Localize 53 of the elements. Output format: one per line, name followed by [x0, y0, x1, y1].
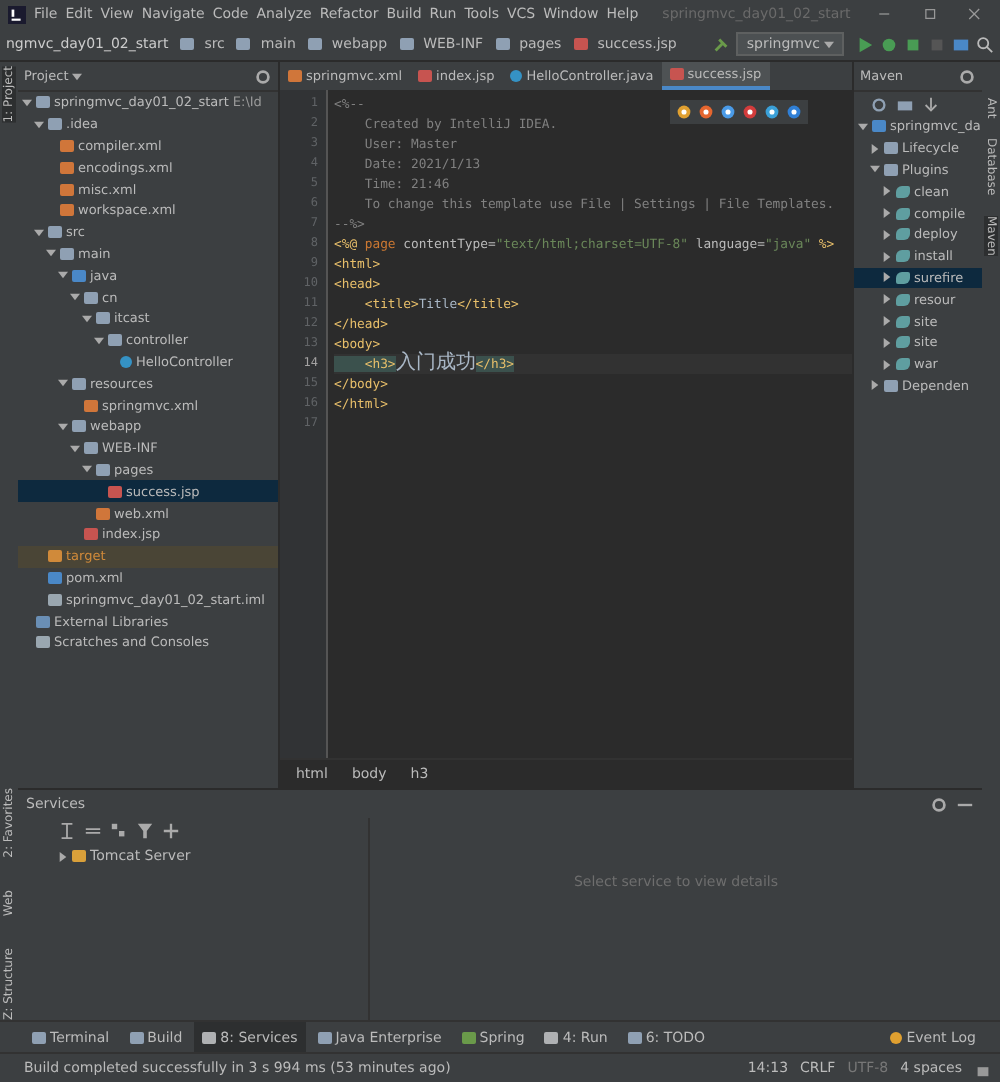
expand-arrow-icon[interactable]: [22, 97, 32, 108]
expand-arrow-icon[interactable]: [82, 464, 92, 475]
expand-arrow-icon[interactable]: [34, 227, 44, 238]
expand-arrow-icon[interactable]: [882, 316, 892, 327]
search-icon[interactable]: [976, 35, 994, 53]
expand-arrow-icon[interactable]: [58, 851, 68, 861]
expand-arrow-icon[interactable]: [882, 208, 892, 219]
expand-arrow-icon[interactable]: [858, 121, 868, 132]
caret-icon: [72, 71, 83, 81]
run-icon[interactable]: [856, 35, 874, 53]
expand-arrow-icon[interactable]: [94, 335, 104, 346]
expand-arrow-icon[interactable]: [34, 119, 44, 130]
folder-icon: [72, 377, 86, 390]
close-icon[interactable]: [967, 6, 980, 22]
folder-icon: [236, 38, 251, 50]
caret-icon: [824, 39, 834, 49]
maximize-icon[interactable]: [923, 6, 936, 22]
folder-icon: [36, 615, 50, 628]
folder-icon: [399, 38, 414, 50]
expand-arrow-icon[interactable]: [870, 380, 880, 391]
folder-icon: [307, 38, 322, 50]
expand-arrow-icon[interactable]: [882, 229, 892, 240]
folder-icon: [884, 379, 898, 392]
expand-arrow-icon[interactable]: [870, 143, 880, 154]
expand-arrow-icon[interactable]: [58, 378, 68, 389]
expand-arrow-icon[interactable]: [882, 294, 892, 305]
folder-icon: [48, 550, 62, 563]
expand-arrow-icon[interactable]: [882, 251, 892, 262]
group-icon[interactable]: [110, 822, 128, 840]
expand-arrow-icon[interactable]: [70, 443, 80, 454]
add-icon[interactable]: [162, 822, 180, 840]
expand-arrow-icon[interactable]: [870, 164, 880, 175]
expand-arrow-icon[interactable]: [58, 270, 68, 281]
expand-all-icon[interactable]: [58, 822, 76, 840]
folder-icon: [495, 38, 510, 50]
collapse-all-icon[interactable]: [84, 822, 102, 840]
expand-arrow-icon[interactable]: [46, 248, 56, 259]
expand-arrow-icon[interactable]: [70, 292, 80, 303]
hammer-icon[interactable]: [712, 35, 731, 53]
folder-icon: [180, 38, 195, 50]
class-icon: [120, 355, 132, 368]
expand-arrow-icon[interactable]: [82, 313, 92, 324]
download-icon[interactable]: [922, 95, 940, 113]
expand-arrow-icon[interactable]: [882, 272, 892, 283]
filter-icon[interactable]: [136, 822, 154, 840]
file-icon: [36, 636, 50, 649]
file-icon: [84, 399, 98, 412]
expand-arrow-icon[interactable]: [882, 359, 892, 370]
file-icon: [573, 38, 588, 50]
expand-arrow-icon[interactable]: [882, 337, 892, 348]
expand-arrow-icon[interactable]: [882, 186, 892, 197]
app-logo-icon: [8, 5, 26, 23]
expand-arrow-icon[interactable]: [58, 421, 68, 432]
